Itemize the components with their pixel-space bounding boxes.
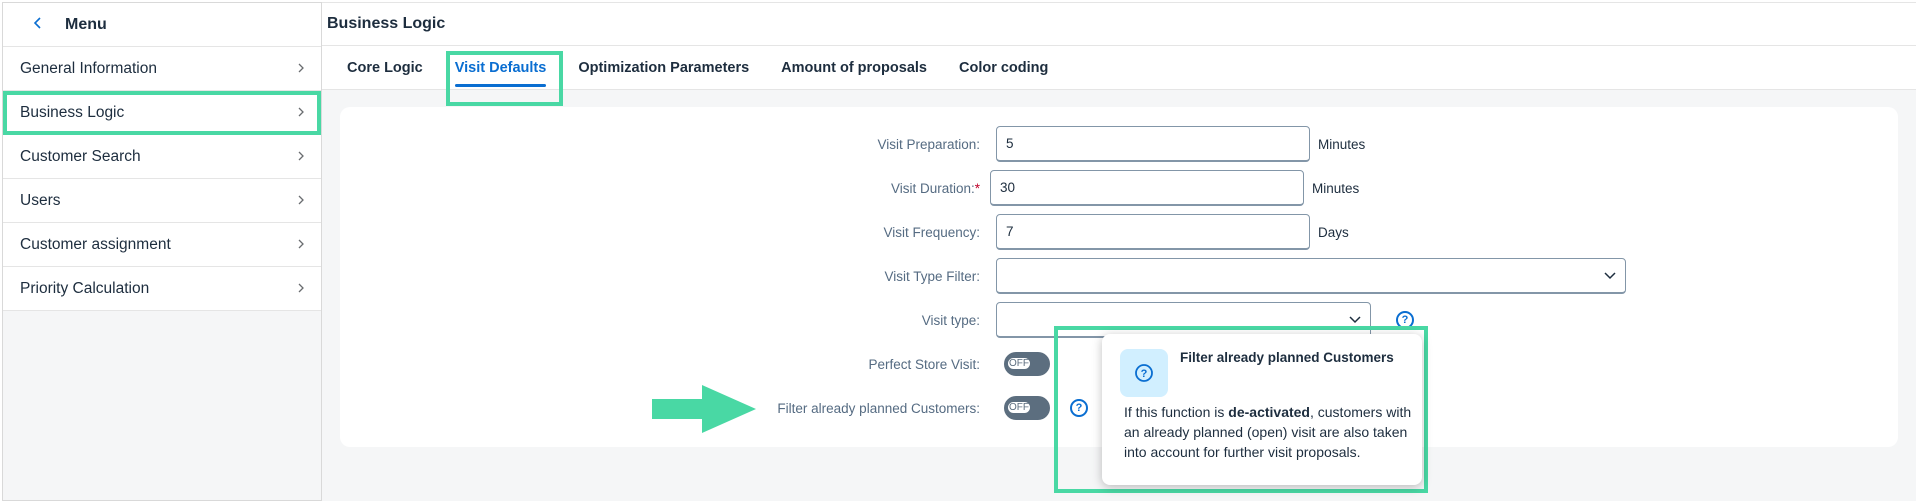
tab-optimization-parameters[interactable]: Optimization Parameters: [578, 46, 749, 90]
visit-duration-input[interactable]: 30: [990, 170, 1304, 206]
perfect-store-visit-label: Perfect Store Visit:: [868, 356, 980, 372]
popover-title: Filter already planned Customers: [1180, 350, 1394, 365]
sidebar-item-priority-calculation[interactable]: Priority Calculation: [3, 267, 321, 311]
chevron-right-icon: [297, 193, 305, 209]
sidebar-menu: Menu General Information Business Logic …: [2, 2, 322, 501]
annotation-arrow-icon: [652, 385, 756, 433]
visit-type-filter-select[interactable]: [996, 258, 1626, 294]
popover-body: If this function is de-activated, custom…: [1124, 402, 1416, 462]
visit-preparation-unit: Minutes: [1318, 136, 1366, 152]
sidebar-item-business-logic[interactable]: Business Logic: [3, 91, 321, 135]
visit-type-label: Visit type:: [921, 312, 980, 328]
sidebar-title: Menu: [65, 15, 107, 33]
visit-duration-label: Visit Duration:*: [500, 181, 980, 196]
visit-frequency-input[interactable]: 7: [996, 214, 1310, 250]
toggle-state-text: OFF: [1008, 402, 1030, 413]
chevron-down-icon: [1604, 268, 1616, 283]
visit-frequency-unit: Days: [1318, 224, 1349, 240]
row-visit-duration: Visit Duration:* 30 Minutes: [500, 170, 1359, 206]
tab-amount-of-proposals[interactable]: Amount of proposals: [781, 46, 927, 90]
visit-preparation-input[interactable]: 5: [996, 126, 1310, 162]
sidebar-item-general-information[interactable]: General Information: [3, 47, 321, 91]
popover-body-prefix: If this function is: [1124, 404, 1229, 420]
row-perfect-store-visit: Perfect Store Visit: OFF: [500, 352, 1050, 376]
sidebar-item-label: Priority Calculation: [20, 279, 150, 297]
chevron-right-icon: [297, 281, 305, 297]
sidebar-item-label: General Information: [20, 59, 157, 77]
chevron-right-icon: [297, 237, 305, 253]
sidebar-item-users[interactable]: Users: [3, 179, 321, 223]
chevron-right-icon: [297, 61, 305, 77]
tab-core-logic[interactable]: Core Logic: [347, 46, 423, 90]
page-title: Business Logic: [322, 2, 1916, 46]
toggle-state-text: OFF: [1008, 358, 1030, 369]
chevron-down-icon: [1349, 312, 1361, 327]
row-visit-preparation: Visit Preparation: 5 Minutes: [500, 126, 1365, 162]
sidebar-item-label: Users: [20, 191, 61, 209]
perfect-store-visit-toggle[interactable]: OFF: [1004, 352, 1050, 376]
tab-color-coding[interactable]: Color coding: [959, 46, 1048, 90]
question-circle-icon: ?: [1120, 349, 1168, 397]
visit-type-filter-label: Visit Type Filter:: [884, 268, 980, 284]
required-mark: *: [974, 180, 980, 196]
chevron-right-icon: [297, 149, 305, 165]
visit-preparation-label: Visit Preparation:: [877, 136, 980, 152]
sidebar-item-label: Customer assignment: [20, 235, 171, 253]
visit-frequency-label: Visit Frequency:: [883, 224, 980, 240]
row-filter-planned-customers: Filter already planned Customers: OFF ?: [500, 396, 1088, 420]
sidebar-item-label: Business Logic: [20, 103, 125, 121]
sidebar-item-customer-assignment[interactable]: Customer assignment: [3, 223, 321, 267]
visit-duration-label-text: Visit Duration:: [890, 180, 975, 196]
row-visit-type-filter: Visit Type Filter:: [500, 258, 1626, 294]
chevron-right-icon: [297, 105, 305, 121]
sidebar-header: Menu: [3, 3, 321, 47]
help-popover: ? Filter already planned Customers If th…: [1102, 334, 1422, 485]
visit-duration-unit: Minutes: [1312, 180, 1360, 196]
back-chevron-icon[interactable]: [33, 16, 53, 34]
popover-body-bold: de-activated: [1228, 404, 1310, 420]
filter-planned-customers-toggle[interactable]: OFF: [1004, 396, 1050, 420]
row-visit-frequency: Visit Frequency: 7 Days: [500, 214, 1349, 250]
sidebar-item-customer-search[interactable]: Customer Search: [3, 135, 321, 179]
tab-highlight-frame: [446, 51, 563, 106]
sidebar-item-label: Customer Search: [20, 147, 141, 165]
svg-text:?: ?: [1141, 368, 1148, 380]
